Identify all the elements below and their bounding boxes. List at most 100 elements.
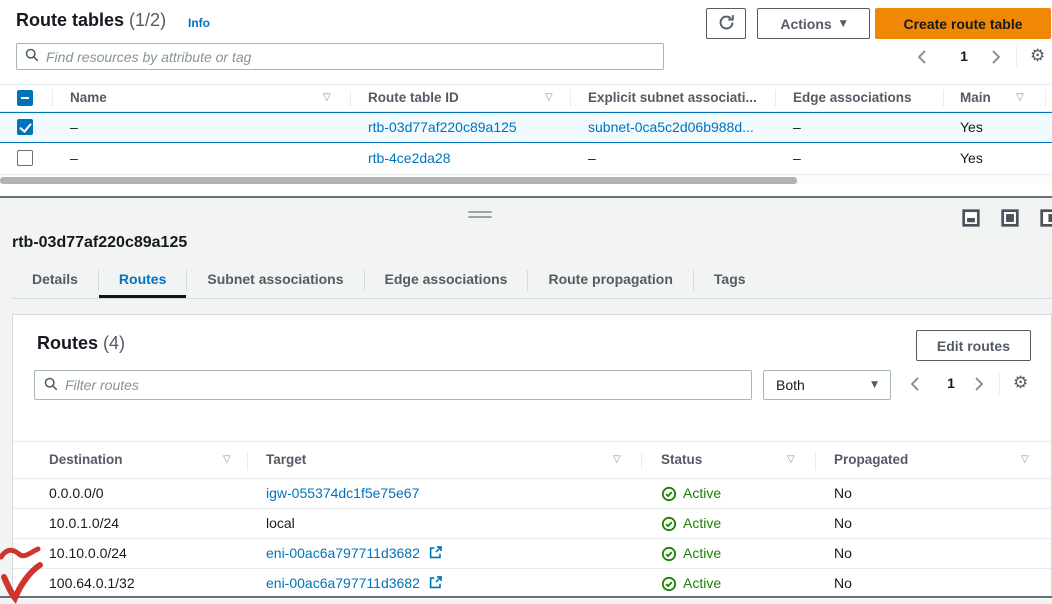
caret-down-icon: ▼ bbox=[871, 380, 878, 390]
create-route-table-button[interactable]: Create route table bbox=[875, 8, 1051, 39]
column-header-status[interactable]: Status bbox=[661, 442, 702, 478]
route-row[interactable]: 0.0.0.0/0 igw-055374dc1f5e75e67 Active N… bbox=[13, 479, 1051, 509]
cell-destination: 10.10.0.0/24 bbox=[49, 539, 127, 568]
table-row[interactable]: – rtb-03d77af220c89a125 subnet-0ca5c2d06… bbox=[0, 112, 1052, 143]
route-row[interactable]: 100.64.0.1/32 eni-00ac6a797711d3682 Acti… bbox=[13, 569, 1051, 599]
sort-icon-route-table-id[interactable]: ▽ bbox=[545, 85, 553, 111]
split-panel-drag-handle-icon[interactable] bbox=[468, 211, 492, 219]
actions-button-label: Actions bbox=[780, 16, 831, 32]
pagination-page-1[interactable]: 1 bbox=[952, 48, 976, 64]
refresh-button[interactable] bbox=[706, 8, 746, 39]
cell-propagated: No bbox=[834, 569, 852, 598]
sort-icon-main[interactable]: ▽ bbox=[1016, 85, 1024, 111]
cell-destination: 0.0.0.0/0 bbox=[49, 479, 104, 508]
toolbar-divider bbox=[1016, 46, 1017, 67]
sort-icon-status[interactable]: ▽ bbox=[787, 442, 795, 478]
search-icon bbox=[44, 377, 58, 394]
search-input[interactable] bbox=[46, 49, 655, 65]
routes-settings-gear-icon[interactable]: ⚙ bbox=[1013, 375, 1028, 392]
tab-subnet-associations[interactable]: Subnet associations bbox=[187, 262, 363, 298]
cell-destination: 100.64.0.1/32 bbox=[49, 569, 135, 598]
sort-icon-target[interactable]: ▽ bbox=[613, 442, 621, 478]
routes-table-header: Destination ▽ Target ▽ Status ▽ Propagat… bbox=[13, 441, 1051, 479]
row-checkbox[interactable] bbox=[17, 150, 33, 166]
status-active-icon bbox=[661, 486, 677, 502]
target-link[interactable]: eni-00ac6a797711d3682 bbox=[266, 569, 442, 599]
routes-pagination-page-1[interactable]: 1 bbox=[939, 375, 963, 391]
subnet-association-link[interactable]: subnet-0ca5c2d06b988d... bbox=[588, 113, 754, 142]
status-active-icon bbox=[661, 546, 677, 562]
tab-details[interactable]: Details bbox=[12, 262, 98, 298]
row-checkbox[interactable] bbox=[17, 119, 33, 135]
external-link-icon bbox=[429, 540, 442, 569]
external-link-icon bbox=[429, 570, 442, 599]
select-all-checkbox[interactable] bbox=[17, 90, 33, 106]
column-header-name[interactable]: Name bbox=[70, 85, 107, 111]
tab-edge-associations[interactable]: Edge associations bbox=[365, 262, 528, 298]
tab-routes[interactable]: Routes bbox=[99, 262, 186, 298]
status-label: Active bbox=[683, 569, 721, 598]
sort-icon-propagated[interactable]: ▽ bbox=[1021, 442, 1029, 478]
status-active-icon bbox=[661, 576, 677, 592]
pagination-prev-icon[interactable] bbox=[918, 50, 926, 67]
refresh-icon bbox=[718, 14, 735, 34]
cell-edge: – bbox=[793, 143, 801, 174]
cell-name: – bbox=[70, 143, 78, 174]
route-tables-list-section: Route tables (1/2) Info Actions ▼ Create… bbox=[0, 0, 1052, 196]
panel-position-center-icon[interactable] bbox=[1001, 209, 1019, 227]
sort-icon-destination[interactable]: ▽ bbox=[223, 442, 231, 478]
route-type-select[interactable]: Both ▼ bbox=[763, 370, 891, 400]
page-title-text: Route tables bbox=[16, 10, 124, 30]
column-header-edge-associations[interactable]: Edge associations bbox=[793, 85, 912, 111]
resource-search bbox=[16, 43, 664, 70]
target-link-text: eni-00ac6a797711d3682 bbox=[266, 575, 420, 591]
routes-filter-input[interactable] bbox=[65, 377, 742, 393]
column-header-destination[interactable]: Destination bbox=[49, 442, 123, 478]
cell-destination: 10.0.1.0/24 bbox=[49, 509, 119, 538]
target-link[interactable]: igw-055374dc1f5e75e67 bbox=[266, 479, 419, 508]
detail-panel-title: rtb-03d77af220c89a125 bbox=[12, 234, 187, 252]
column-divider bbox=[1045, 90, 1046, 107]
route-table-id-link[interactable]: rtb-4ce2da28 bbox=[368, 143, 451, 174]
detail-panel: rtb-03d77af220c89a125 Details Routes Sub… bbox=[0, 198, 1052, 604]
routes-count: (4) bbox=[103, 333, 125, 353]
cell-propagated: No bbox=[834, 509, 852, 538]
pagination-next-icon[interactable] bbox=[992, 50, 1000, 67]
column-divider bbox=[52, 90, 53, 107]
column-divider bbox=[815, 452, 816, 470]
routes-pagination-next-icon[interactable] bbox=[975, 377, 983, 394]
cell-target: local bbox=[266, 509, 295, 538]
cell-name: – bbox=[70, 113, 78, 142]
column-divider bbox=[247, 452, 248, 470]
actions-button[interactable]: Actions ▼ bbox=[757, 8, 870, 39]
table-row[interactable]: – rtb-4ce2da28 – – Yes bbox=[0, 143, 1052, 175]
route-row[interactable]: 10.10.0.0/24 eni-00ac6a797711d3682 Activ… bbox=[13, 539, 1051, 569]
cell-edge: – bbox=[793, 113, 801, 142]
column-header-propagated[interactable]: Propagated bbox=[834, 442, 908, 478]
edit-routes-button[interactable]: Edit routes bbox=[916, 330, 1031, 361]
horizontal-scrollbar-thumb[interactable] bbox=[0, 177, 797, 184]
route-tables-table-header: Name ▽ Route table ID ▽ Explicit subnet … bbox=[0, 84, 1052, 112]
routes-filter bbox=[34, 370, 752, 400]
column-header-route-table-id[interactable]: Route table ID bbox=[368, 85, 459, 111]
column-header-explicit-subnet[interactable]: Explicit subnet associati... bbox=[588, 85, 757, 111]
tab-tags[interactable]: Tags bbox=[694, 262, 766, 298]
page-title-count: (1/2) bbox=[129, 10, 166, 30]
sort-icon-name[interactable]: ▽ bbox=[323, 85, 331, 111]
table-settings-gear-icon[interactable]: ⚙ bbox=[1030, 48, 1045, 65]
panel-position-bottom-icon[interactable] bbox=[962, 209, 980, 227]
routes-pagination-prev-icon[interactable] bbox=[911, 377, 919, 394]
panel-position-side-icon[interactable] bbox=[1040, 209, 1052, 227]
route-table-id-link[interactable]: rtb-03d77af220c89a125 bbox=[368, 113, 517, 142]
column-header-target[interactable]: Target bbox=[266, 442, 306, 478]
detail-tabs: Details Routes Subnet associations Edge … bbox=[12, 262, 1052, 299]
column-header-main[interactable]: Main bbox=[960, 85, 991, 111]
status-badge: Active bbox=[661, 479, 721, 508]
column-divider bbox=[641, 452, 642, 470]
caret-down-icon: ▼ bbox=[840, 19, 847, 29]
routes-card: Routes (4) Edit routes Both ▼ 1 ⚙ Destin… bbox=[12, 314, 1052, 598]
tab-route-propagation[interactable]: Route propagation bbox=[528, 262, 692, 298]
info-link[interactable]: Info bbox=[188, 16, 210, 30]
route-row[interactable]: 10.0.1.0/24 local Active No bbox=[13, 509, 1051, 539]
target-link[interactable]: eni-00ac6a797711d3682 bbox=[266, 539, 442, 569]
